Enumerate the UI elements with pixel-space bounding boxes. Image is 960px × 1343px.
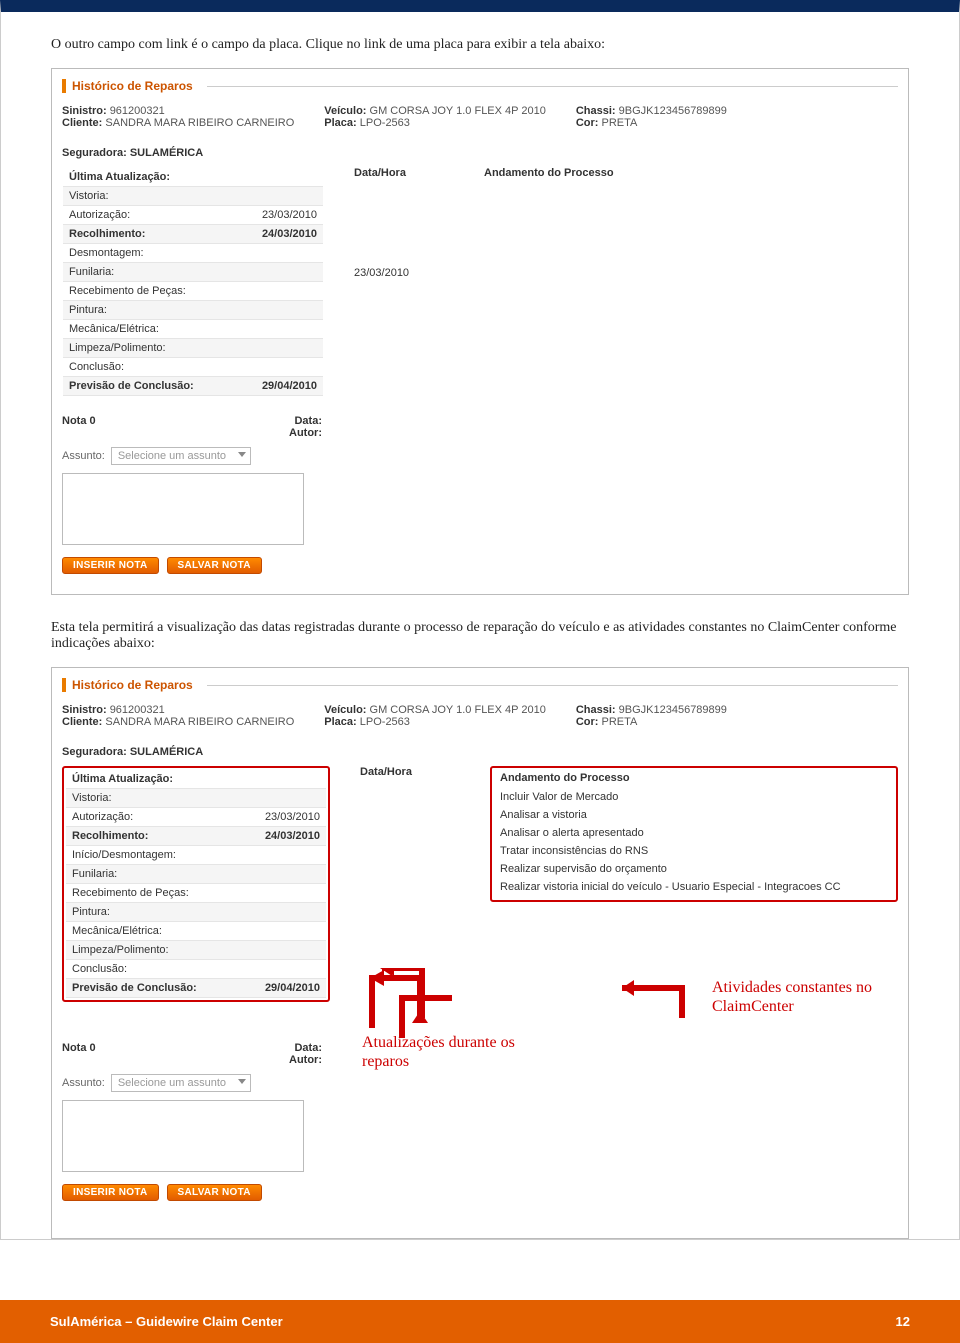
nota-autor-label: Autor:: [289, 427, 322, 439]
screenshot-2: Histórico de Reparos Sinistro: 961200321…: [51, 667, 909, 1239]
arrow-atividades-icon: [592, 968, 712, 1028]
table-row: Conclusão:: [63, 358, 323, 377]
table-row: Pintura:: [66, 903, 326, 922]
table-row: Funilaria:: [66, 865, 326, 884]
nota-data-label-2: Data:: [289, 1042, 322, 1054]
nota-box-1: Nota 0 Data: Autor: Assunto: Selecione u…: [62, 415, 322, 574]
table-row: Conclusão:: [66, 960, 326, 979]
info-grid: Sinistro: 961200321 Cliente: SANDRA MARA…: [62, 105, 898, 129]
info-grid-2: Sinistro: 961200321 Cliente: SANDRA MARA…: [62, 704, 898, 728]
seguradora-label: Seguradora: SULAMÉRICA: [62, 147, 898, 159]
nota-box-2: Nota 0 Data: Autor: Assunto: Selecione u…: [62, 1042, 322, 1201]
table-row: Recolhimento:24/03/2010: [63, 225, 323, 244]
table-row: Mecânica/Elétrica:: [66, 922, 326, 941]
table-row: Última Atualização:: [63, 168, 323, 187]
table-row: Previsão de Conclusão:29/04/2010: [66, 979, 326, 998]
panel-title-text: Histórico de Reparos: [72, 79, 193, 93]
table-row: Funilaria:: [63, 263, 323, 282]
table-row: Última Atualização:: [66, 770, 326, 789]
nota-title-2: Nota 0: [62, 1042, 289, 1066]
nota-textarea-2[interactable]: [62, 1100, 304, 1172]
col-data-hora-2: Data/Hora: [360, 766, 490, 778]
assunto-label-2: Assunto:: [62, 1077, 105, 1089]
nota-autor-label-2: Autor:: [289, 1054, 322, 1066]
salvar-nota-button[interactable]: SALVAR NOTA: [167, 557, 262, 574]
assunto-select-2[interactable]: Selecione um assunto: [111, 1074, 251, 1092]
panel-title-text: Histórico de Reparos: [72, 678, 193, 692]
arrow-left-icon: [350, 963, 440, 1033]
process-row: Analisar a vistoria: [500, 806, 888, 824]
table-row: Vistoria:: [63, 187, 323, 206]
process-row: Realizar vistoria inicial do veículo - U…: [500, 878, 888, 896]
nota-data-label: Data:: [289, 415, 322, 427]
process-row: 23/03/2010: [354, 265, 898, 281]
process-row: Realizar supervisão do orçamento: [500, 860, 888, 878]
panel-title-2: Histórico de Reparos: [62, 678, 898, 692]
table-row: Recolhimento:24/03/2010: [66, 827, 326, 846]
process-row: Incluir Valor de Mercado: [500, 788, 888, 806]
table-row: Desmontagem:: [63, 244, 323, 263]
table-row: Recebimento de Peças:: [66, 884, 326, 903]
annotation-atividades: Atividades constantes no ClaimCenter: [712, 978, 912, 1016]
intro-text-2: Esta tela permitirá a visualização das d…: [51, 620, 909, 652]
assunto-label: Assunto:: [62, 450, 105, 462]
table-row: Recebimento de Peças:: [63, 282, 323, 301]
annotation-atualizacoes: Atualizações durante os reparos: [362, 1033, 562, 1071]
seguradora-label-2: Seguradora: SULAMÉRICA: [62, 746, 898, 758]
panel-title: Histórico de Reparos: [62, 79, 898, 93]
updates-table-highlighted: Última Atualização:Vistoria:Autorização:…: [62, 766, 330, 1002]
table-row: Mecânica/Elétrica:: [63, 320, 323, 339]
salvar-nota-button-2[interactable]: SALVAR NOTA: [167, 1184, 262, 1201]
andamento-highlighted: Andamento do Processo Incluir Valor de M…: [490, 766, 898, 902]
table-row: Autorização:23/03/2010: [63, 206, 323, 225]
col-andamento: Andamento do Processo: [484, 167, 898, 179]
footer-text: SulAmérica – Guidewire Claim Center: [50, 1314, 283, 1329]
inserir-nota-button[interactable]: INSERIR NOTA: [62, 557, 159, 574]
nota-textarea[interactable]: [62, 473, 304, 545]
process-row: Tratar inconsistências do RNS: [500, 842, 888, 860]
nota-title: Nota 0: [62, 415, 289, 439]
title-bar-icon: [62, 79, 66, 93]
intro-text-1: O outro campo com link é o campo da plac…: [51, 37, 909, 53]
table-row: Limpeza/Polimento:: [66, 941, 326, 960]
table-row: Autorização:23/03/2010: [66, 808, 326, 827]
col-data-hora: Data/Hora: [354, 167, 484, 179]
page-footer: SulAmérica – Guidewire Claim Center 12: [0, 1300, 960, 1343]
footer-page-number: 12: [896, 1314, 910, 1329]
title-bar-icon: [62, 678, 66, 692]
table-row: Previsão de Conclusão:29/04/2010: [63, 377, 323, 396]
table-row: Limpeza/Polimento:: [63, 339, 323, 358]
table-row: Início/Desmontagem:: [66, 846, 326, 865]
inserir-nota-button-2[interactable]: INSERIR NOTA: [62, 1184, 159, 1201]
screenshot-1: Histórico de Reparos Sinistro: 961200321…: [51, 68, 909, 595]
table-row: Pintura:: [63, 301, 323, 320]
updates-table-1: Última Atualização:Vistoria:Autorização:…: [62, 167, 324, 397]
process-row: Analisar o alerta apresentado: [500, 824, 888, 842]
assunto-select[interactable]: Selecione um assunto: [111, 447, 251, 465]
table-row: Vistoria:: [66, 789, 326, 808]
